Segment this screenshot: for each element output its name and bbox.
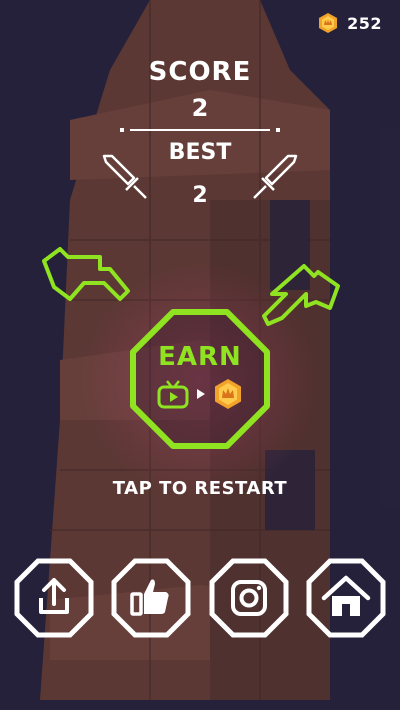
coin-icon	[319, 13, 338, 33]
pointer-right-icon	[262, 264, 340, 326]
instagram-button[interactable]	[209, 558, 289, 638]
earn-button[interactable]: EARN	[129, 308, 271, 450]
play-arrow-icon	[197, 389, 205, 399]
tap-to-restart[interactable]: TAP TO RESTART	[0, 478, 400, 499]
best-label: BEST	[168, 140, 232, 165]
home-button[interactable]	[306, 558, 386, 638]
earn-reward-row	[129, 378, 271, 410]
like-button[interactable]	[111, 558, 191, 638]
coin-counter: 252	[317, 12, 382, 34]
thumbs-up-icon	[111, 558, 191, 638]
sword-left-icon	[102, 154, 147, 199]
best-value: 2	[192, 183, 208, 208]
coin-icon	[215, 379, 241, 409]
tv-video-icon	[157, 380, 189, 409]
share-button[interactable]	[14, 558, 94, 638]
divider	[120, 128, 280, 132]
score-label: SCORE	[148, 57, 252, 87]
instagram-icon	[209, 558, 289, 638]
earn-label: EARN	[158, 342, 242, 372]
sword-right-icon	[253, 154, 298, 199]
home-icon	[306, 558, 386, 638]
coin-count: 252	[347, 13, 382, 33]
score-value: 2	[191, 94, 209, 122]
share-icon	[14, 558, 94, 638]
pointer-left-icon	[42, 247, 130, 301]
